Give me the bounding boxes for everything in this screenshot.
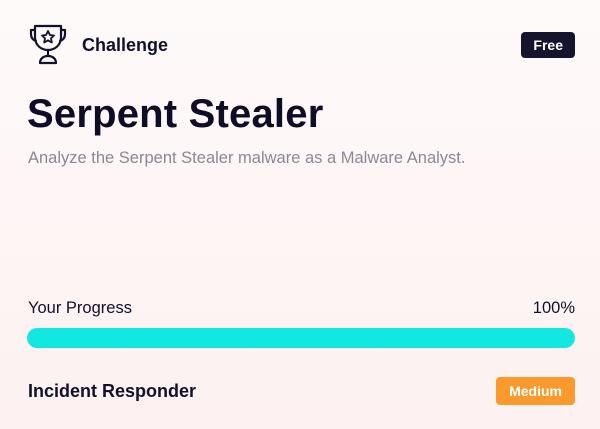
progress-percentage: 100% (532, 299, 575, 317)
progress-bar (27, 328, 575, 348)
price-badge: Free (521, 32, 575, 58)
trophy-star-icon (28, 22, 68, 68)
progress-header: Your Progress 100% (28, 297, 575, 319)
challenge-title[interactable]: Serpent Stealer (27, 88, 323, 140)
role-label: Incident Responder (28, 380, 197, 401)
challenge-description: Analyze the Serpent Stealer malware as a… (28, 149, 466, 167)
card-type-label: Challenge (82, 34, 169, 55)
progress-label: Your Progress (28, 299, 132, 317)
difficulty-badge: Medium (496, 377, 575, 405)
card-footer: Incident Responder Medium (28, 377, 575, 405)
progress-bar-fill (27, 328, 575, 348)
challenge-card[interactable]: Challenge Free Serpent Stealer Analyze t… (0, 0, 600, 429)
card-header: Challenge Free (28, 22, 575, 68)
